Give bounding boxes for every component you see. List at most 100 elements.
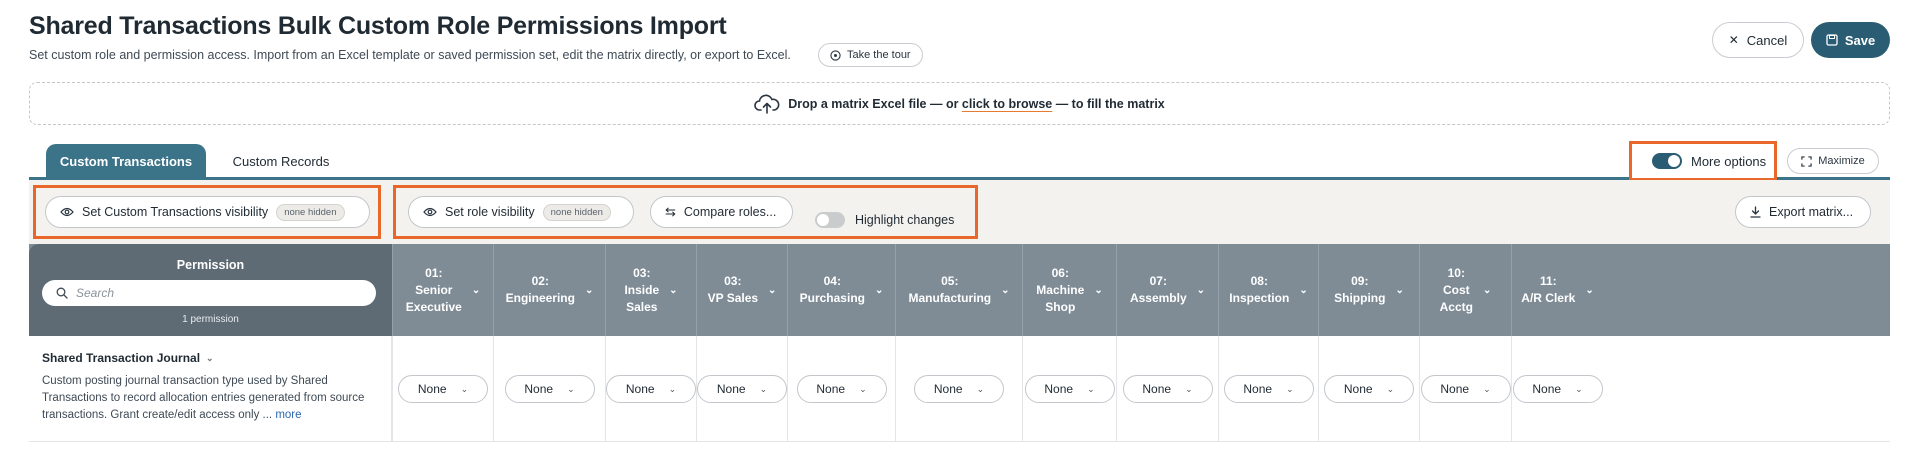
role-column-label: 09: Shipping xyxy=(1334,274,1386,305)
role-column-header[interactable]: 03: VP Sales ⌄ xyxy=(696,244,787,336)
access-level-value: None xyxy=(1440,382,1470,396)
chevron-down-icon: ⌄ xyxy=(1299,284,1308,296)
role-column-header[interactable]: 01: Senior Executive ⌄ xyxy=(392,244,493,336)
more-options-toggle[interactable]: More options xyxy=(1629,141,1777,181)
access-level-select[interactable]: None ⌄ xyxy=(1324,375,1414,403)
role-column-header[interactable]: 10: Cost Acctg ⌄ xyxy=(1419,244,1511,336)
page-subtitle: Set custom role and permission access. I… xyxy=(29,48,791,62)
page-title: Shared Transactions Bulk Custom Role Per… xyxy=(29,12,727,40)
permission-value-cell: None ⌄ xyxy=(1022,336,1116,442)
set-transactions-visibility-button[interactable]: Set Custom Transactions visibility none … xyxy=(45,196,370,228)
role-column-header[interactable]: 07: Assembly ⌄ xyxy=(1116,244,1218,336)
role-column-header[interactable]: 09: Shipping ⌄ xyxy=(1318,244,1419,336)
cancel-label: Cancel xyxy=(1746,32,1788,48)
toggle-switch[interactable] xyxy=(1652,153,1682,169)
dropzone-text-prefix: Drop a matrix Excel file — or xyxy=(788,96,962,111)
access-level-value: None xyxy=(816,382,846,396)
more-link[interactable]: more xyxy=(275,409,301,421)
chevron-down-icon: ⌄ xyxy=(1483,383,1491,394)
search-placeholder: Search xyxy=(76,286,115,300)
chevron-down-icon: ⌄ xyxy=(1087,383,1095,394)
access-level-select[interactable]: None ⌄ xyxy=(796,375,887,403)
permission-value-cell: None ⌄ xyxy=(1116,336,1218,442)
access-level-select[interactable]: None ⌄ xyxy=(398,375,488,403)
permission-column-header: Permission Search 1 permission xyxy=(29,244,392,336)
chevron-down-icon: ⌄ xyxy=(859,383,867,394)
export-matrix-button[interactable]: Export matrix... xyxy=(1735,196,1871,228)
tab-custom-records[interactable]: Custom Records xyxy=(221,144,341,178)
browse-link[interactable]: click to browse xyxy=(962,97,1052,111)
role-column-header[interactable]: 04: Purchasing ⌄ xyxy=(787,244,895,336)
access-level-select[interactable]: None ⌄ xyxy=(1512,375,1603,403)
access-level-select[interactable]: None ⌄ xyxy=(1223,375,1314,403)
access-level-select[interactable]: None ⌄ xyxy=(504,375,595,403)
highlight-changes-toggle[interactable]: Highlight changes xyxy=(815,212,954,228)
cancel-button[interactable]: ✕ Cancel xyxy=(1712,22,1804,58)
permission-description: Custom posting journal transaction type … xyxy=(42,373,382,424)
chevron-down-icon: ⌄ xyxy=(1395,284,1404,296)
access-level-value: None xyxy=(417,382,447,396)
chevron-down-icon: ⌄ xyxy=(1286,383,1294,394)
role-column-header[interactable]: 03: Inside Sales ⌄ xyxy=(605,244,696,336)
chevron-down-icon: ⌄ xyxy=(206,352,214,363)
access-level-select[interactable]: None ⌄ xyxy=(606,375,696,403)
table-row: Shared Transaction Journal ⌄ Custom post… xyxy=(29,336,1890,442)
role-column-header[interactable]: 08: Inspection ⌄ xyxy=(1218,244,1318,336)
role-column-header[interactable]: 06: Machine Shop ⌄ xyxy=(1022,244,1116,336)
role-column-label: 04: Purchasing xyxy=(799,274,865,305)
access-level-value: None xyxy=(1343,382,1373,396)
role-column-label: 05: Manufacturing xyxy=(908,274,992,305)
role-column-header[interactable]: 11: A/R Clerk ⌄ xyxy=(1511,244,1603,336)
set-role-visibility-button[interactable]: Set role visibility none hidden xyxy=(408,196,634,228)
expand-icon xyxy=(1801,155,1812,167)
permission-value-cell: None ⌄ xyxy=(605,336,696,442)
role-column-label: 07: Assembly xyxy=(1129,274,1187,305)
access-level-select[interactable]: None ⌄ xyxy=(1420,375,1511,403)
role-column-header[interactable]: 02: Engineering ⌄ xyxy=(493,244,605,336)
compare-roles-button[interactable]: ⇆ Compare roles... xyxy=(650,196,793,228)
access-level-select[interactable]: None ⌄ xyxy=(1122,375,1213,403)
role-visibility-label: Set role visibility xyxy=(445,205,535,219)
permission-description-text: Custom posting journal transaction type … xyxy=(42,375,365,421)
chevron-down-icon: ⌄ xyxy=(1482,284,1492,296)
file-dropzone[interactable]: Drop a matrix Excel file — or click to b… xyxy=(29,82,1890,125)
permission-search-input[interactable]: Search xyxy=(42,280,376,306)
save-button[interactable]: Save xyxy=(1811,22,1890,58)
permission-value-cell: None ⌄ xyxy=(895,336,1022,442)
role-column-label: 08: Inspection xyxy=(1229,274,1290,305)
save-label: Save xyxy=(1844,32,1876,48)
permission-value-cell: None ⌄ xyxy=(1218,336,1318,442)
access-level-value: None xyxy=(933,382,963,396)
access-level-select[interactable]: None ⌄ xyxy=(1024,375,1115,403)
role-column-label: 06: Machine Shop xyxy=(1036,265,1085,314)
visibility-label: Set Custom Transactions visibility xyxy=(82,205,269,219)
access-level-select[interactable]: None ⌄ xyxy=(914,375,1004,403)
access-level-value: None xyxy=(524,382,554,396)
permission-value-cell: None ⌄ xyxy=(1511,336,1603,442)
chevron-down-icon: ⌄ xyxy=(1001,284,1010,296)
access-level-value: None xyxy=(716,382,746,396)
permission-matrix: Permission Search 1 permission 01: Senior… xyxy=(29,244,1890,474)
permission-value-cell: None ⌄ xyxy=(1318,336,1419,442)
take-tour-button[interactable]: Take the tour xyxy=(818,43,923,67)
chevron-down-icon: ⌄ xyxy=(1094,284,1103,296)
maximize-button[interactable]: Maximize xyxy=(1787,148,1879,174)
role-column-label: 01: Senior Executive xyxy=(405,265,462,314)
highlight-changes-label: Highlight changes xyxy=(855,213,955,227)
dropzone-text-suffix: — to fill the matrix xyxy=(1052,96,1165,111)
chevron-down-icon: ⌄ xyxy=(1585,284,1594,296)
toggle-switch[interactable] xyxy=(815,212,845,228)
role-column-header[interactable]: 05: Manufacturing ⌄ xyxy=(895,244,1022,336)
save-icon xyxy=(1826,34,1838,46)
access-level-value: None xyxy=(1044,382,1074,396)
tab-custom-transactions[interactable]: Custom Transactions xyxy=(46,144,206,178)
permission-value-cell: None ⌄ xyxy=(392,336,493,442)
chevron-down-icon: ⌄ xyxy=(874,284,884,296)
access-level-select[interactable]: None ⌄ xyxy=(697,375,787,403)
access-level-value: None xyxy=(1532,382,1562,396)
permission-value-cell: None ⌄ xyxy=(787,336,895,442)
status-badge: none hidden xyxy=(542,203,611,221)
permission-name[interactable]: Shared Transaction Journal ⌄ xyxy=(42,351,214,365)
cloud-upload-icon xyxy=(754,94,780,114)
chevron-down-icon: ⌄ xyxy=(1185,383,1193,394)
